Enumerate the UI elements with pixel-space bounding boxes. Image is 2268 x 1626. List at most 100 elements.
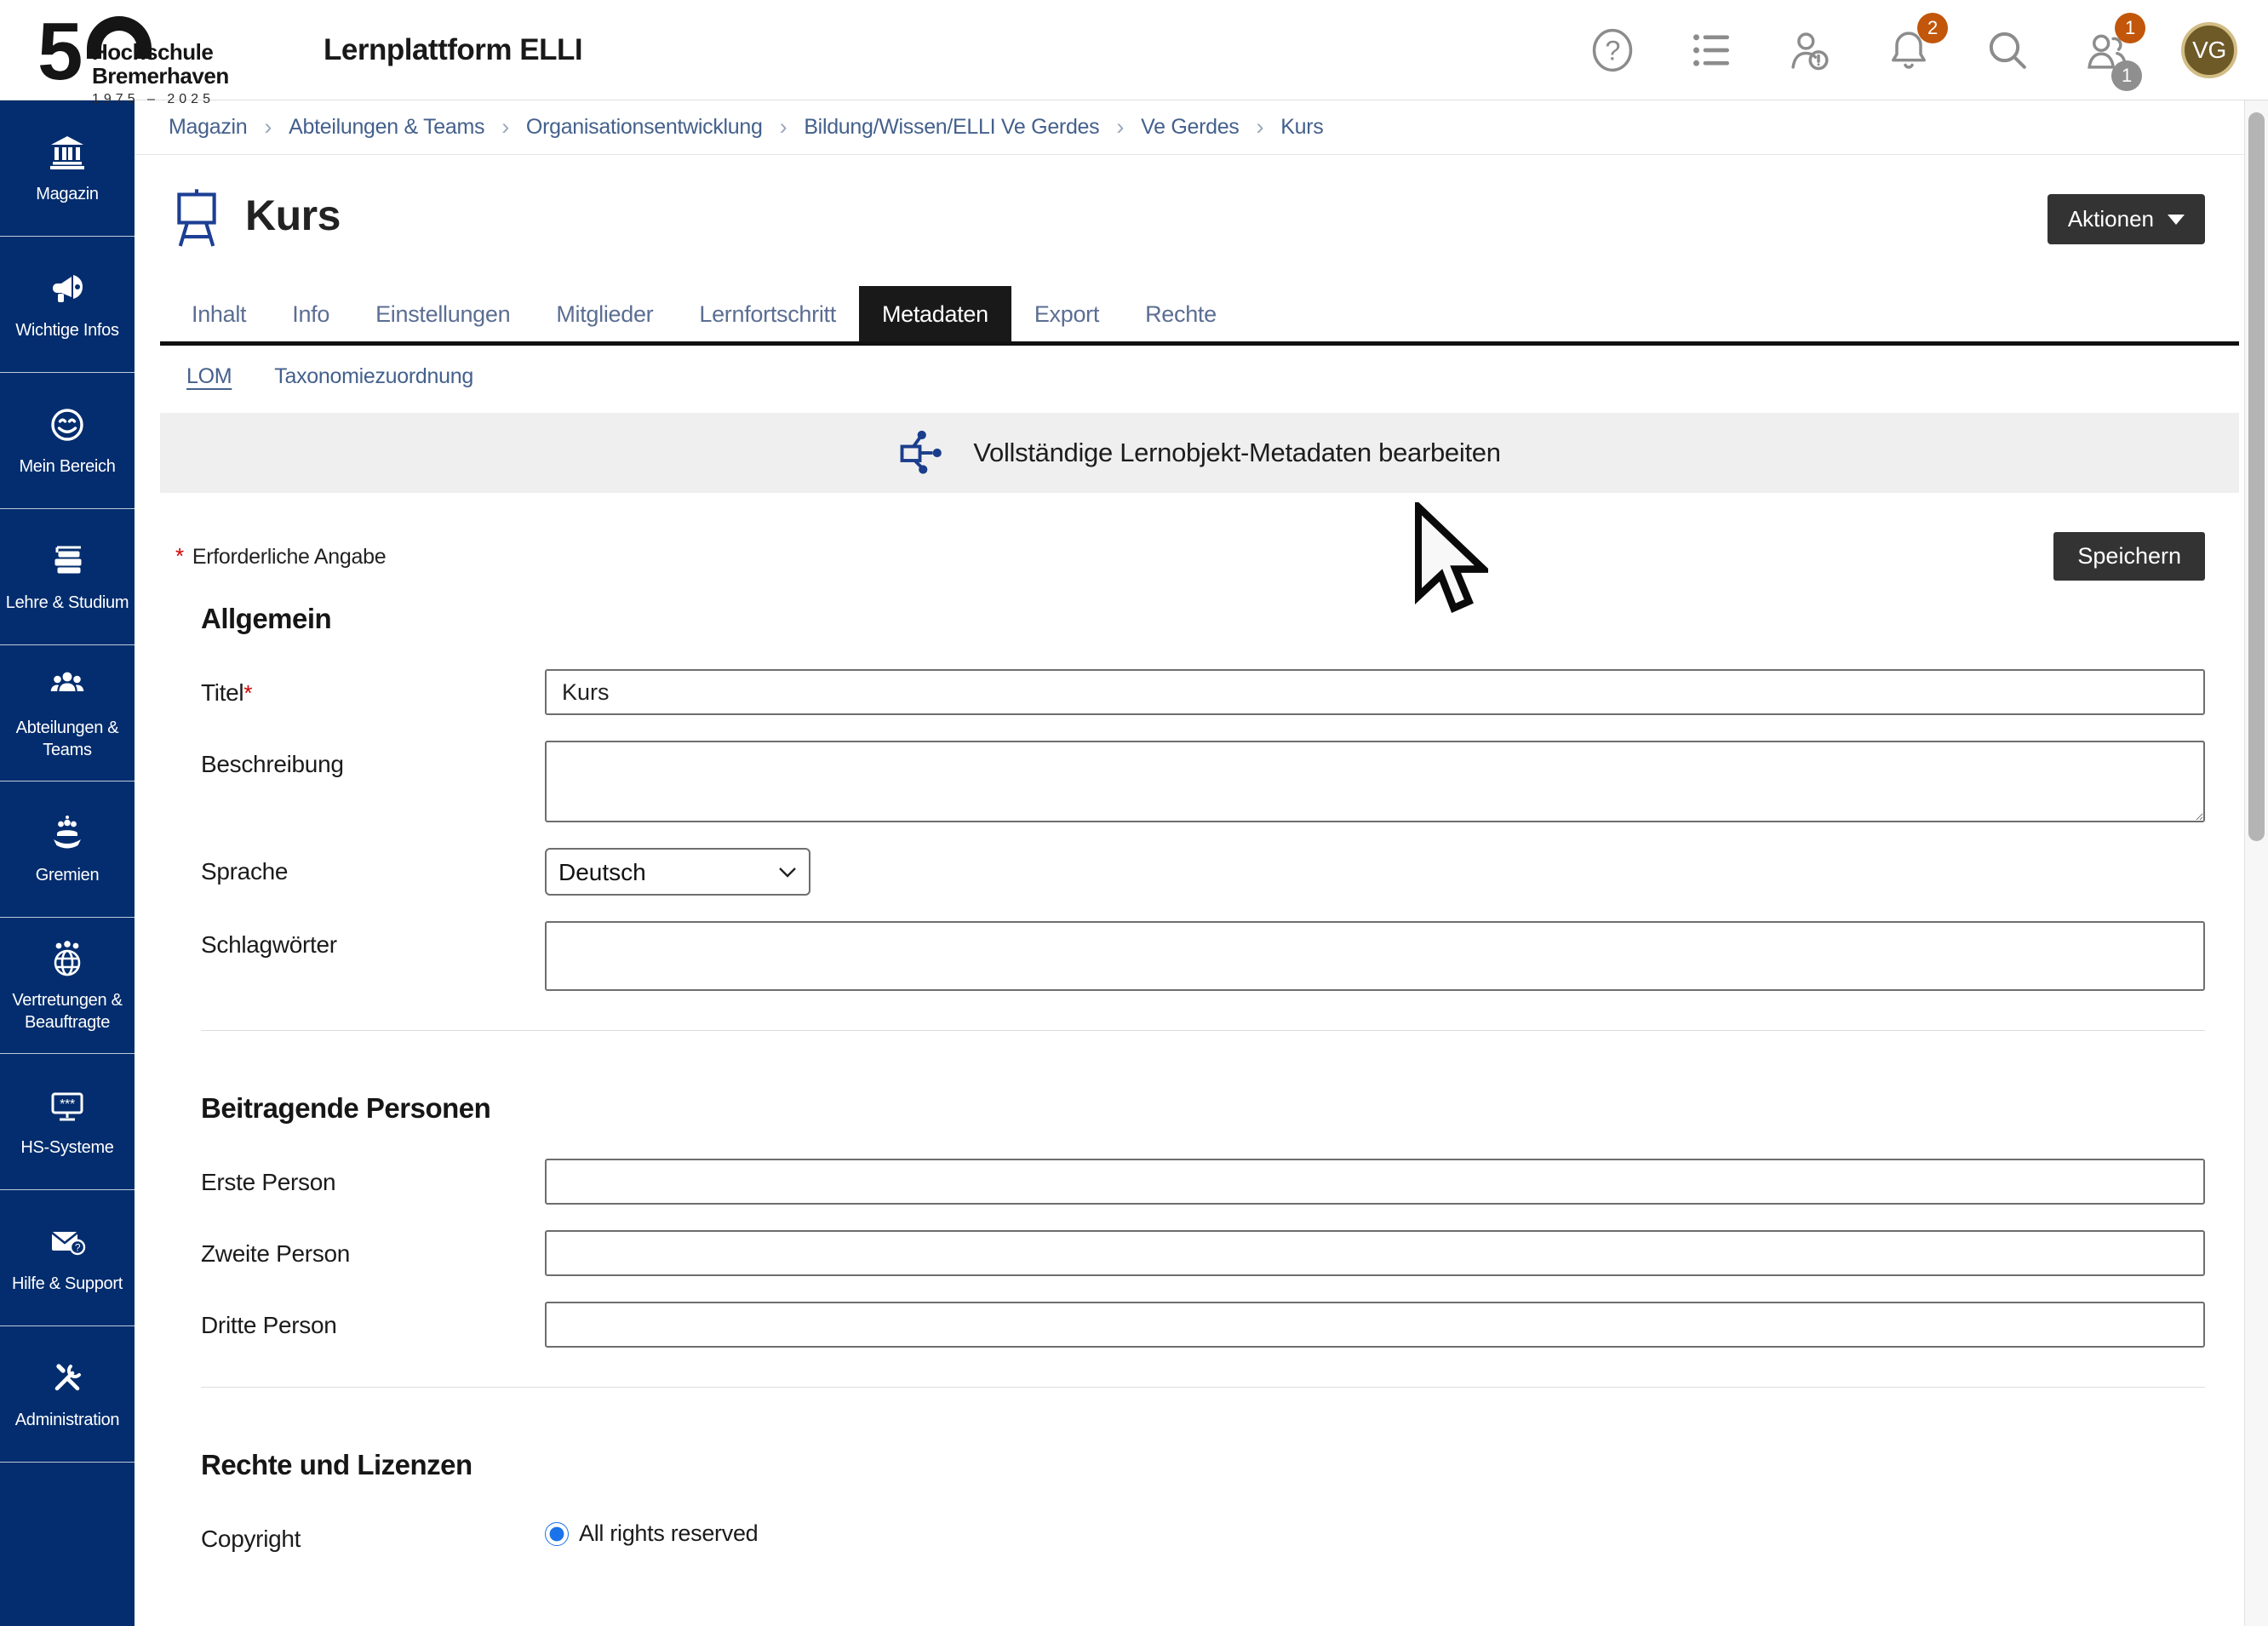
beschreibung-textarea[interactable] [545,741,2205,822]
titel-label: Titel* [201,669,545,707]
zweite-person-input[interactable] [545,1230,2205,1276]
breadcrumb: Magazin › Abteilungen & Teams › Organisa… [135,100,2244,155]
tools-icon [47,1358,88,1399]
mail-question-icon: ? [47,1222,88,1262]
svg-text:?: ? [75,1241,81,1253]
sidebar-item-label: Vertretungen & Beauftragte [5,989,129,1033]
tab-info[interactable]: Info [269,286,352,341]
sidebar-item-label: Lehre & Studium [6,592,129,614]
beschreibung-label: Beschreibung [201,741,545,778]
titel-label-text: Titel [201,679,243,706]
tab-lernfortschritt[interactable]: Lernfortschritt [676,286,859,341]
breadcrumb-item[interactable]: Kurs [1280,115,1323,140]
tab-mitglieder[interactable]: Mitglieder [533,286,676,341]
tab-einstellungen[interactable]: Einstellungen [352,286,533,341]
hochschule-bremerhaven-logo[interactable]: 5 Hochschule Bremerhaven 1975 – 2025 [32,6,279,94]
breadcrumb-item[interactable]: Ve Gerdes [1141,115,1239,140]
subtab-lom[interactable]: LOM [186,364,232,389]
screen: 5 Hochschule Bremerhaven 1975 – 2025 Ler… [0,0,2268,1626]
sidebar-item-vertretungen[interactable]: Vertretungen & Beauftragte [0,918,135,1054]
notifications-icon[interactable]: 2 [1885,26,1933,74]
breadcrumb-item[interactable]: Bildung/Wissen/ELLI Ve Gerdes [804,115,1099,140]
logo-line2: Bremerhaven [92,64,229,89]
section-divider [201,1030,2205,1031]
metadata-tree-icon [898,427,949,478]
required-asterisk: * [175,543,184,569]
bank-icon [47,132,88,173]
todo-list-icon[interactable] [1687,26,1735,74]
sidebar-item-gremien[interactable]: Gremien [0,782,135,918]
subtab-taxonomiezuordnung[interactable]: Taxonomiezuordnung [274,364,473,389]
schlagwoerter-textarea[interactable] [545,921,2205,991]
copyright-label: Copyright [201,1515,545,1553]
sidebar-item-lehre-studium[interactable]: Lehre & Studium [0,509,135,645]
avatar[interactable]: VG [2181,22,2237,78]
tab-inhalt[interactable]: Inhalt [169,286,269,341]
sidebar-item-abteilungen-teams[interactable]: Abteilungen & Teams [0,645,135,782]
help-icon[interactable]: ? [1589,26,1636,74]
sidebar-item-hilfe-support[interactable]: ? Hilfe & Support [0,1190,135,1326]
form-row-titel: Titel* [169,669,2205,715]
save-button[interactable]: Speichern [2053,532,2205,581]
breadcrumb-item[interactable]: Magazin [169,115,247,140]
form-row-beschreibung: Beschreibung [169,741,2205,822]
breadcrumb-item[interactable]: Abteilungen & Teams [289,115,484,140]
sidebar-item-hs-systeme[interactable]: *** HS-Systeme [0,1054,135,1190]
required-hint-text: Erforderliche Angabe [192,545,386,569]
sidebar-item-label: Hilfe & Support [12,1273,123,1295]
section-heading-allgemein: Allgemein [201,603,2205,635]
tab-rechte[interactable]: Rechte [1122,286,1240,341]
copyright-radio-row: All rights reserved [545,1515,2205,1547]
user-alert-icon[interactable] [1786,26,1834,74]
smiley-icon [47,404,88,445]
sidebar-item-wichtige-infos[interactable]: Wichtige Infos [0,237,135,373]
save-row: * Erforderliche Angabe Speichern [169,532,2205,581]
sidebar-item-mein-bereich[interactable]: Mein Bereich [0,373,135,509]
subtab-bar: LOM Taxonomiezuordnung [169,346,2205,403]
form-row-schlagwoerter: Schlagwörter [169,921,2205,991]
actions-button[interactable]: Aktionen [2048,194,2205,244]
team-icon [47,666,88,707]
sidebar-item-label: Wichtige Infos [15,319,118,341]
megaphone-icon [47,268,88,309]
tab-export[interactable]: Export [1011,286,1122,341]
section-heading-rechte: Rechte und Lizenzen [201,1449,2205,1481]
logo-text: Hochschule Bremerhaven 1975 – 2025 [92,40,229,107]
sidebar-item-label: Administration [15,1409,120,1431]
tab-metadaten[interactable]: Metadaten [859,286,1011,341]
header-icon-bar: ? [1589,22,2237,78]
actions-button-label: Aktionen [2068,206,2154,232]
search-icon[interactable] [1984,26,2031,74]
contacts-icon[interactable]: 1 1 [2082,26,2130,74]
sidebar-item-label: Abteilungen & Teams [5,717,129,761]
breadcrumb-item[interactable]: Organisationsentwicklung [526,115,763,140]
copyright-option-label: All rights reserved [579,1520,758,1547]
form-row-copyright: Copyright All rights reserved [169,1515,2205,1553]
representatives-icon [47,938,88,979]
sidebar-item-label: Gremien [36,864,100,886]
erste-person-label: Erste Person [201,1159,545,1196]
breadcrumb-separator: › [780,114,788,140]
breadcrumb-separator: › [501,114,509,140]
dritte-person-input[interactable] [545,1302,2205,1348]
schlagwoerter-label: Schlagwörter [201,921,545,959]
sidebar-item-magazin[interactable]: Magazin [0,100,135,237]
scrollbar-thumb[interactable] [2248,112,2265,841]
app-title: Lernplattform ELLI [324,33,582,67]
content: Kurs Aktionen Inhalt Info Einstellungen … [135,186,2244,1553]
form-row-erste-person: Erste Person [169,1159,2205,1205]
dritte-person-label: Dritte Person [201,1302,545,1339]
full-metadata-link-label: Vollständige Lernobjekt-Metadaten bearbe… [973,438,1500,468]
titel-input[interactable] [545,669,2205,715]
logo-line1: Hochschule [92,40,229,65]
breadcrumb-separator: › [1116,114,1124,140]
breadcrumb-separator: › [264,114,272,140]
full-metadata-link[interactable]: Vollständige Lernobjekt-Metadaten bearbe… [160,413,2239,493]
erste-person-input[interactable] [545,1159,2205,1205]
copyright-radio[interactable] [545,1522,569,1546]
title-row: Kurs Aktionen [169,186,2205,249]
sprache-select[interactable]: Deutsch [545,848,810,896]
breadcrumb-separator: › [1257,114,1264,140]
sidebar-item-administration[interactable]: Administration [0,1326,135,1463]
zweite-person-label: Zweite Person [201,1230,545,1268]
